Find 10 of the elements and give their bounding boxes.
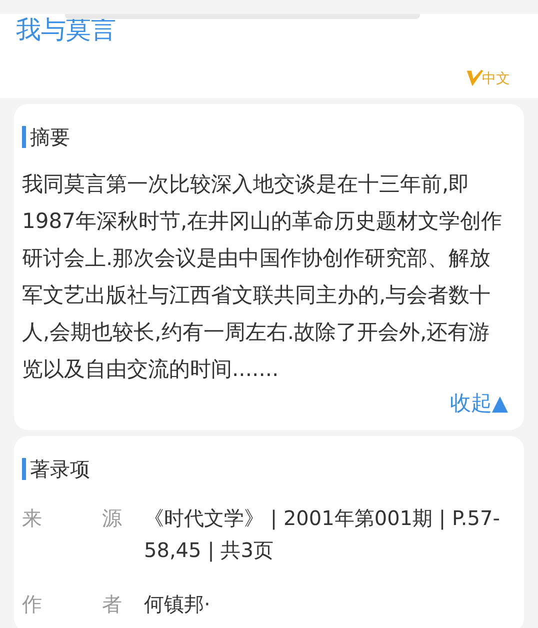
field-value: 《时代文学》 | 2001年第001期 | P.57-58,45 | 共3页 xyxy=(144,505,501,564)
collapse-link[interactable]: 收起▲ xyxy=(450,388,508,418)
field-label: 来源 xyxy=(22,505,122,532)
section-heading: 摘要 xyxy=(22,126,508,148)
logo: 中文 xyxy=(466,68,510,88)
abstract-text: 我同莫言第一次比较深入地交谈是在十三年前,即1987年深秋时节,在井冈山的革命历史题材文学创作研讨会上.那次会议是由中国作协创作研究部、解放军文艺出版社与江西省文联共同主办的,与会者数十人,会期也较长,约有一周左右.故除了开会外,还有游览以及自由交流的时间....... xyxy=(22,171,504,383)
field-label: 作者 xyxy=(22,591,122,618)
field-value: 何镇邦· xyxy=(144,591,210,618)
article-title: 我与莫言 xyxy=(16,14,116,46)
section-heading: 著录项 xyxy=(22,458,508,480)
